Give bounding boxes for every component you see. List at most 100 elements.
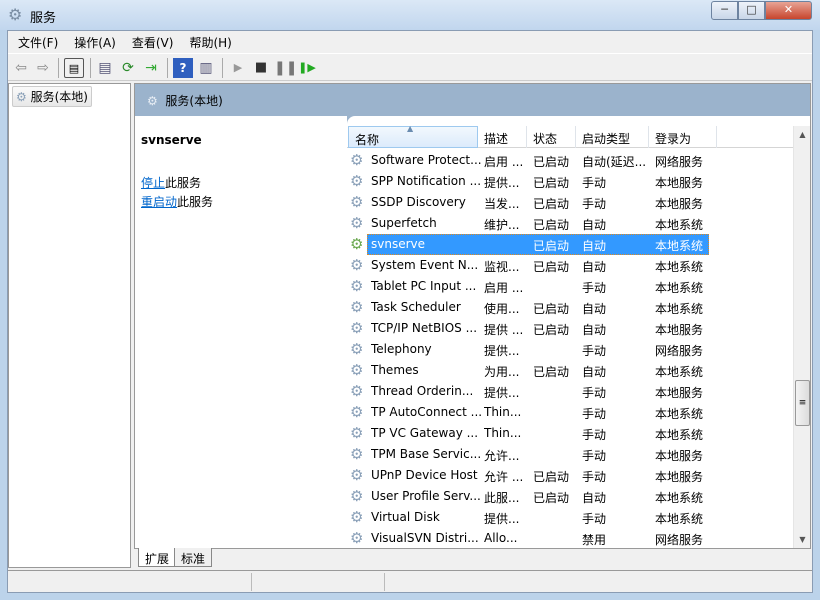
cell-desc: 维护... — [484, 218, 520, 232]
start-service-icon[interactable]: ▶ — [228, 58, 248, 78]
table-row[interactable]: ⚙ SPP Notification ... 提供... 已启动 手动 本地服务 — [347, 171, 793, 192]
cell-status: 已启动 — [533, 197, 570, 211]
table-row[interactable]: ⚙ User Profile Serv... 此服... 已启动 自动 本地系统 — [347, 486, 793, 507]
column-header-startup-type[interactable]: 启动类型 — [576, 126, 649, 148]
cell-logon: 本地系统 — [655, 428, 704, 442]
scrollbar-thumb[interactable]: ≡ — [795, 380, 810, 426]
cell-logon: 网络服务 — [655, 533, 704, 547]
service-gear-icon: ⚙ — [350, 172, 364, 190]
menu-file[interactable]: 文件(F) — [18, 31, 66, 53]
cell-name: TPM Base Servic... — [371, 447, 481, 461]
cell-desc: Thin... — [484, 426, 522, 440]
service-gear-icon: ⚙ — [350, 487, 364, 505]
cell-startup: 禁用 — [582, 533, 607, 547]
table-row[interactable]: ⚙ Superfetch 维护... 已启动 自动 本地系统 — [347, 213, 793, 234]
cell-name: VisualSVN Distri... — [371, 531, 479, 545]
cell-name: svnserve — [371, 237, 426, 251]
service-gear-icon: ⚙ — [350, 151, 364, 169]
pane-title: ⚙ 服务(本地) — [147, 92, 223, 109]
service-gear-icon: ⚙ — [350, 214, 364, 232]
cell-name: SPP Notification ... — [371, 174, 481, 188]
service-gear-icon: ⚙ — [350, 298, 364, 316]
cell-name: Virtual Disk — [371, 510, 440, 524]
show-hide-action-pane-icon[interactable]: ▥ — [196, 58, 216, 78]
table-row[interactable]: ⚙ TP VC Gateway ... Thin... 手动 本地系统 — [347, 423, 793, 444]
table-row[interactable]: ⚙ Themes 为用... 已启动 自动 本地系统 — [347, 360, 793, 381]
tab-extended[interactable]: 扩展 — [138, 548, 177, 567]
table-row[interactable]: ⚙ TP AutoConnect ... Thin... 手动 本地系统 — [347, 402, 793, 423]
cell-name: TCP/IP NetBIOS ... — [371, 321, 478, 335]
column-label: 名称 — [355, 133, 380, 147]
cell-logon: 本地系统 — [655, 407, 704, 421]
restart-link[interactable]: 重启动 — [141, 195, 177, 209]
cell-status: 已启动 — [533, 155, 570, 169]
pause-service-icon[interactable]: ❚❚ — [274, 58, 297, 78]
cell-desc: 启用 ... — [484, 155, 524, 169]
column-header-status[interactable]: 状态 — [527, 126, 576, 148]
cell-desc: 提供 ... — [484, 323, 524, 337]
table-row[interactable]: ⚙ TPM Base Servic... 允许... 手动 本地服务 — [347, 444, 793, 465]
menu-action[interactable]: 操作(A) — [74, 31, 124, 53]
cell-desc: 提供... — [484, 512, 520, 526]
minimize-button[interactable]: ─ — [711, 1, 738, 20]
maximize-button[interactable]: □ — [738, 1, 765, 20]
resume-service-icon[interactable]: ❚▶ — [297, 58, 317, 78]
show-hide-console-tree-icon[interactable]: ▤ — [64, 58, 84, 78]
cell-name: SSDP Discovery — [371, 195, 466, 209]
scroll-up-icon[interactable]: ▲ — [794, 126, 811, 143]
service-gear-icon: ⚙ — [350, 193, 364, 211]
column-header-description[interactable]: 描述 — [478, 126, 527, 148]
table-row[interactable]: ⚙ Tablet PC Input ... 启用 ... 手动 本地系统 — [347, 276, 793, 297]
service-gear-icon: ⚙ — [350, 319, 364, 337]
cell-startup: 自动 — [582, 491, 607, 505]
stop-link[interactable]: 停止 — [141, 176, 165, 190]
cell-desc: 允许... — [484, 449, 520, 463]
table-row[interactable]: ⚙ Task Scheduler 使用... 已启动 自动 本地系统 — [347, 297, 793, 318]
table-row[interactable]: ⚙ UPnP Device Host 允许 ... 已启动 手动 本地服务 — [347, 465, 793, 486]
table-row[interactable]: ⚙ VisualSVN Distri... Allo... 禁用 网络服务 — [347, 528, 793, 549]
stop-suffix: 此服务 — [165, 176, 202, 190]
pane-title-text: 服务(本地) — [165, 94, 223, 108]
menu-help[interactable]: 帮助(H) — [189, 31, 239, 53]
service-gear-icon: ⚙ — [350, 424, 364, 442]
tab-standard[interactable]: 标准 — [174, 548, 213, 567]
status-bar — [8, 570, 812, 592]
column-header-logon-as[interactable]: 登录为 — [649, 126, 717, 148]
column-header-name[interactable]: 名称 ▲ — [348, 124, 478, 148]
console-tree: ⚙ 服务(本地) — [8, 83, 131, 568]
export-list-icon[interactable]: ⇥ — [141, 58, 161, 78]
table-row[interactable]: ⚙ Software Protect... 启用 ... 已启动 自动(延迟... 网络服… — [347, 150, 793, 171]
table-row[interactable]: ⚙ TCP/IP NetBIOS ... 提供 ... 已启动 自动 本地服务 — [347, 318, 793, 339]
cell-logon: 本地系统 — [655, 239, 704, 253]
cell-logon: 本地系统 — [655, 512, 704, 526]
forward-icon[interactable]: ⇨ — [33, 58, 53, 78]
refresh-icon[interactable]: ⟳ — [118, 58, 138, 78]
scroll-down-icon[interactable]: ▼ — [794, 531, 811, 548]
stop-service-icon[interactable]: ■ — [251, 58, 271, 78]
close-button[interactable]: ✕ — [765, 1, 812, 20]
table-row[interactable]: ⚙ System Event N... 监视... 已启动 自动 本地系统 — [347, 255, 793, 276]
menu-view[interactable]: 查看(V) — [132, 31, 182, 53]
tree-item-label: 服务(本地) — [30, 90, 88, 104]
cell-startup: 自动 — [582, 323, 607, 337]
service-gear-icon: ⚙ — [350, 256, 364, 274]
table-row[interactable]: ⚙ svnserve 已启动 自动 本地系统 — [347, 234, 793, 255]
table-row[interactable]: ⚙ Thread Orderin... 提供... 手动 本地服务 — [347, 381, 793, 402]
cell-startup: 手动 — [582, 470, 607, 484]
service-detail-panel: svnserve 停止此服务 重启动此服务 — [135, 116, 347, 548]
cell-logon: 网络服务 — [655, 155, 704, 169]
vertical-scrollbar[interactable]: ▲ ≡ ▼ — [793, 126, 810, 548]
service-gear-icon: ⚙ — [350, 277, 364, 295]
cell-logon: 网络服务 — [655, 344, 704, 358]
table-row[interactable]: ⚙ SSDP Discovery 当发... 已启动 手动 本地服务 — [347, 192, 793, 213]
cell-desc: 提供... — [484, 176, 520, 190]
properties-icon[interactable]: ▤ — [95, 58, 115, 78]
back-icon[interactable]: ⇦ — [11, 58, 31, 78]
table-row[interactable]: ⚙ Virtual Disk 提供... 手动 本地系统 — [347, 507, 793, 528]
service-gear-icon: ⚙ — [350, 445, 364, 463]
table-row[interactable]: ⚙ Telephony 提供... 手动 网络服务 — [347, 339, 793, 360]
tree-item-services-local[interactable]: ⚙ 服务(本地) — [12, 86, 92, 107]
cell-name: Themes — [371, 363, 419, 377]
help-icon[interactable]: ? — [173, 58, 193, 78]
service-gear-icon: ⚙ — [350, 382, 364, 400]
